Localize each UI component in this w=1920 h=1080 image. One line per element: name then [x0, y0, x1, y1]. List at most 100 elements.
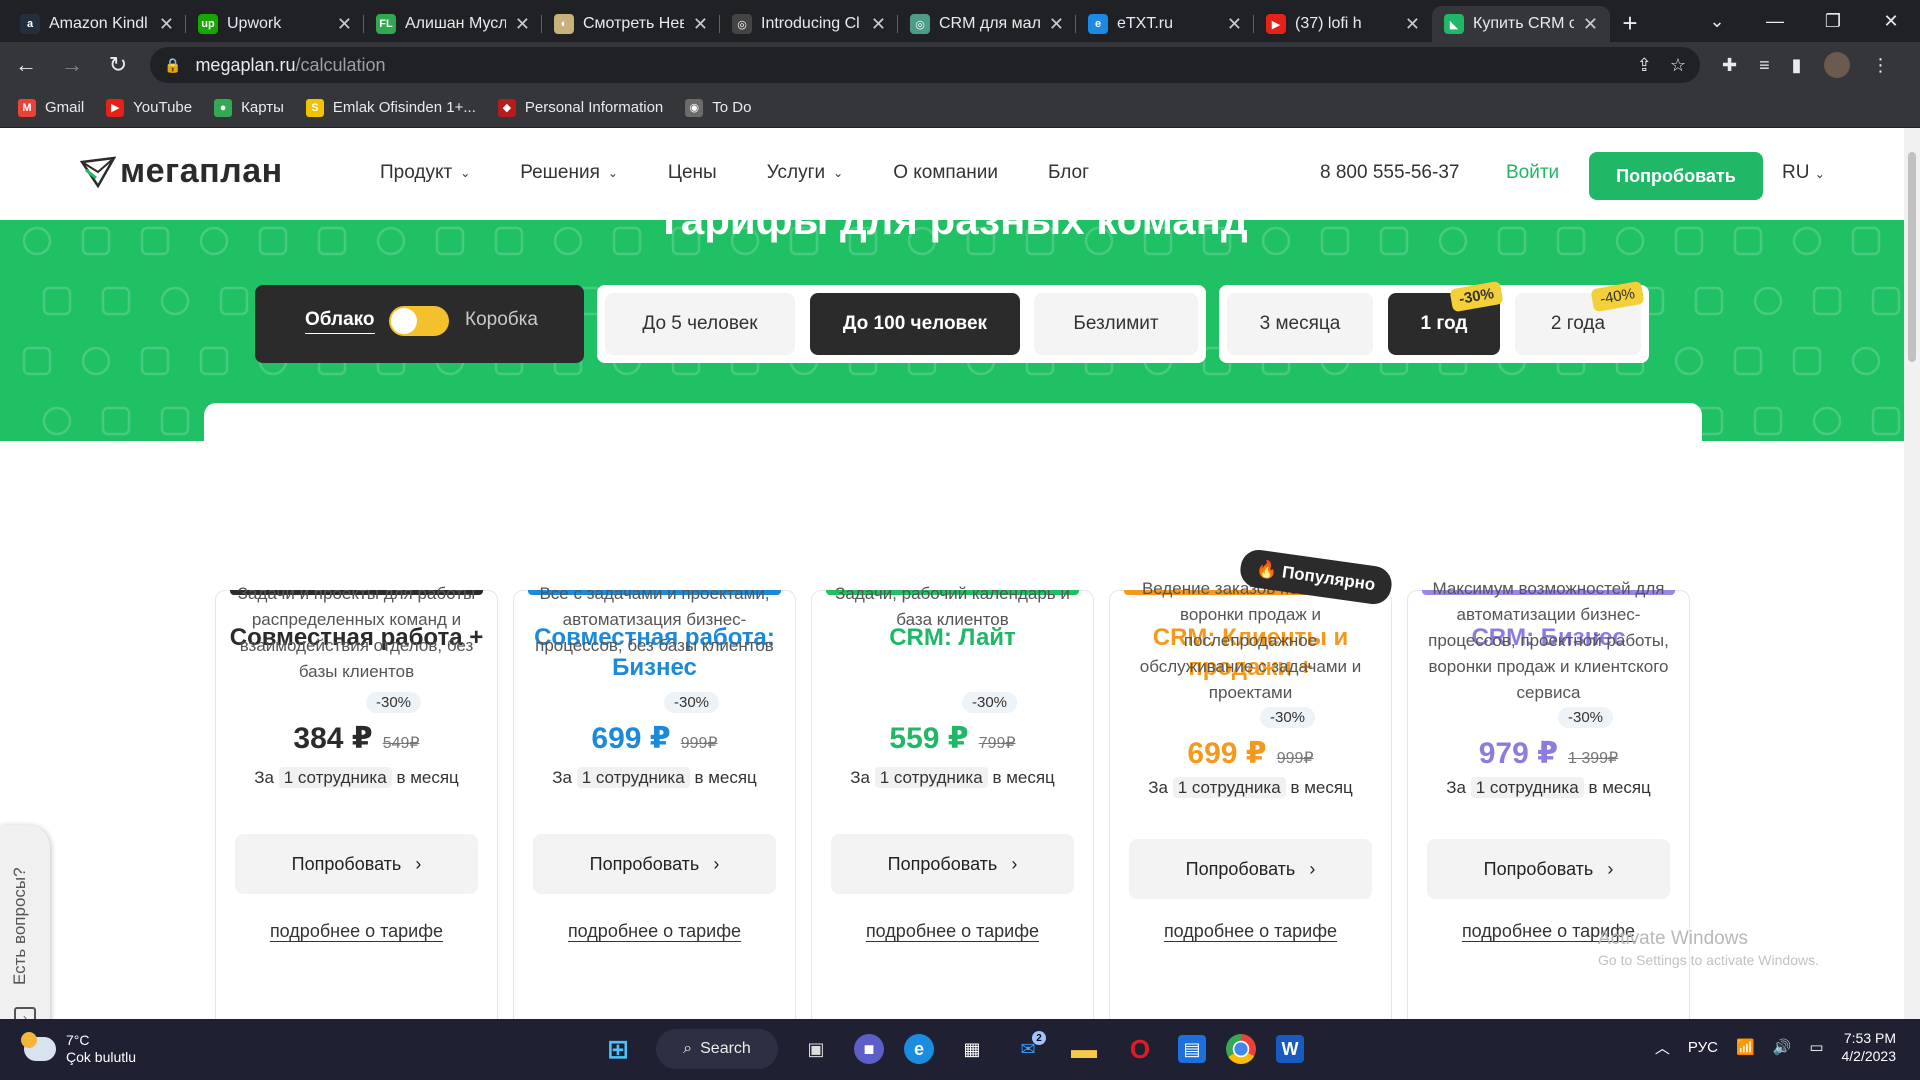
weather-widget[interactable]: 7°C Çok bulutlu: [21, 1032, 136, 1066]
plan-billing-unit: За 1 сотрудника в месяц: [216, 767, 497, 788]
address-bar[interactable]: 🔒 megaplan.ru/calculation ⇪ ☆: [150, 47, 1700, 83]
plan-details-link[interactable]: подробнее о тарифе: [216, 921, 497, 942]
bookmark-star-icon[interactable]: ☆: [1670, 55, 1686, 76]
tab-title: Смотреть Нев: [583, 15, 684, 32]
tab-close-icon[interactable]: ✕: [515, 14, 530, 35]
questions-widget[interactable]: Есть вопросы? ›: [0, 825, 50, 1019]
plan-try-button[interactable]: Попробовать ›: [235, 834, 478, 894]
side-panel-icon[interactable]: ▮: [1792, 55, 1802, 76]
deployment-switch: Облако Коробка: [255, 285, 584, 363]
nav-item[interactable]: О компании: [893, 162, 998, 184]
wifi-icon[interactable]: 📶: [1736, 1038, 1755, 1056]
tab-close-icon[interactable]: ✕: [1583, 14, 1598, 35]
nav-item[interactable]: Продукт ⌄: [380, 162, 470, 184]
plan-details-link[interactable]: подробнее о тарифе: [514, 921, 795, 942]
cloud-option[interactable]: Облако: [305, 309, 375, 334]
bookmark-item[interactable]: ▶ YouTube: [106, 98, 192, 117]
chrome-icon[interactable]: [1226, 1034, 1256, 1064]
login-link[interactable]: Войти: [1506, 162, 1559, 184]
taskbar-search[interactable]: ⌕ Search: [656, 1029, 778, 1069]
lock-icon[interactable]: 🔒: [164, 57, 181, 74]
browser-tab[interactable]: ▶ (37) lofi h ✕: [1254, 6, 1432, 42]
scrollbar-thumb[interactable]: [1908, 152, 1916, 362]
menu-kebab-icon[interactable]: ⋮: [1872, 55, 1890, 76]
tab-close-icon[interactable]: ✕: [1049, 14, 1064, 35]
tab-close-icon[interactable]: ✕: [871, 14, 886, 35]
plan-try-button[interactable]: Попробовать ›: [533, 834, 776, 894]
billing-employees: 1 сотрудника: [1172, 777, 1286, 798]
profile-avatar[interactable]: [1823, 52, 1850, 78]
plan-details-link[interactable]: подробнее о тарифе: [812, 921, 1093, 942]
minimize-button[interactable]: —: [1746, 11, 1804, 32]
nav-item[interactable]: Услуги ⌄: [767, 162, 844, 184]
nav-item[interactable]: Решения ⌄: [520, 162, 618, 184]
bookmark-item[interactable]: M Gmail: [18, 98, 84, 117]
browser-tab[interactable]: ◎ CRM для мало ✕: [898, 6, 1076, 42]
bookmark-icon: ●: [214, 98, 233, 117]
forward-button[interactable]: →: [52, 45, 92, 85]
new-tab-button[interactable]: +: [1610, 6, 1650, 42]
bookmark-item[interactable]: ◆ Personal Information: [497, 98, 663, 117]
plan-try-button[interactable]: Попробовать ›: [1129, 839, 1372, 899]
team-size-option[interactable]: До 100 человек: [810, 293, 1020, 355]
bookmark-item[interactable]: S Emlak Ofisinden 1+...: [305, 98, 476, 117]
file-explorer-icon[interactable]: ▬: [1066, 1031, 1102, 1067]
page-scrollbar[interactable]: [1904, 128, 1920, 1019]
edge-icon[interactable]: e: [904, 1034, 934, 1064]
box-option[interactable]: Коробка: [465, 309, 538, 331]
site-logo[interactable]: мегаплан: [80, 152, 283, 191]
tab-close-icon[interactable]: ✕: [159, 14, 174, 35]
period-option[interactable]: 1 год -30%: [1388, 280, 1504, 355]
period-option[interactable]: 2 года -40%: [1515, 280, 1645, 355]
reload-button[interactable]: ↻: [98, 45, 138, 85]
opera-icon[interactable]: O: [1122, 1031, 1158, 1067]
input-language[interactable]: РУС: [1688, 1039, 1718, 1056]
back-button[interactable]: ←: [6, 45, 46, 85]
browser-tab[interactable]: e eTXT.ru ✕: [1076, 6, 1254, 42]
bookmark-item[interactable]: ● Карты: [214, 98, 284, 117]
plan-try-button[interactable]: Попробовать ›: [1427, 839, 1670, 899]
mail-icon[interactable]: ✉ 2: [1010, 1031, 1046, 1067]
team-size-option[interactable]: До 5 человек: [605, 293, 795, 355]
tab-search-icon[interactable]: ⌄: [1688, 11, 1746, 32]
deployment-toggle[interactable]: [389, 306, 449, 336]
language-selector[interactable]: RU ⌄: [1782, 162, 1825, 184]
clock[interactable]: 7:53 PM 4/2/2023: [1842, 1029, 1897, 1065]
windows-start-icon[interactable]: ⊞: [600, 1031, 636, 1067]
try-button-header[interactable]: Попробовать: [1589, 152, 1763, 200]
nav-item[interactable]: Цены: [668, 162, 717, 184]
extensions-icon[interactable]: ✚: [1722, 55, 1737, 76]
nav-item[interactable]: Блог: [1048, 162, 1089, 184]
browser-tab[interactable]: up Upwork ✕: [186, 6, 364, 42]
volume-icon[interactable]: 🔊: [1773, 1038, 1792, 1056]
plan-try-button[interactable]: Попробовать ›: [831, 834, 1074, 894]
share-icon[interactable]: ⇪: [1637, 55, 1652, 76]
bookmark-item[interactable]: ◉ To Do: [685, 98, 752, 117]
battery-icon[interactable]: ▭: [1809, 1038, 1823, 1056]
browser-tab[interactable]: ◣ Купить CRM с ✕: [1432, 6, 1610, 42]
tab-close-icon[interactable]: ✕: [1227, 14, 1242, 35]
task-view-icon[interactable]: ▣: [798, 1031, 834, 1067]
tab-close-icon[interactable]: ✕: [693, 14, 708, 35]
team-size-option[interactable]: Безлимит: [1034, 293, 1198, 355]
tab-close-icon[interactable]: ✕: [337, 14, 352, 35]
teams-chat-icon[interactable]: ■: [854, 1034, 884, 1064]
plan-billing-unit: За 1 сотрудника в месяц: [1110, 777, 1391, 798]
browser-tab[interactable]: FL Алишан Мусл ✕: [364, 6, 542, 42]
store-icon[interactable]: ▦: [954, 1031, 990, 1067]
tab-title: CRM для мало: [939, 15, 1040, 32]
tab-close-icon[interactable]: ✕: [1405, 14, 1420, 35]
word-icon[interactable]: W: [1276, 1035, 1304, 1063]
period-option[interactable]: 3 месяца: [1227, 293, 1373, 355]
app-blue-icon[interactable]: ▤: [1178, 1035, 1206, 1063]
browser-tab[interactable]: ◎ Introducing Cl ✕: [720, 6, 898, 42]
restore-button[interactable]: ❐: [1804, 11, 1862, 32]
browser-tab[interactable]: ◐ Смотреть Нев ✕: [542, 6, 720, 42]
bookmark-label: To Do: [712, 99, 752, 116]
media-control-icon[interactable]: ≡: [1759, 55, 1770, 76]
tray-chevron-icon[interactable]: ︿: [1655, 1037, 1670, 1058]
close-window-button[interactable]: ✕: [1862, 11, 1920, 32]
phone-number[interactable]: 8 800 555-56-37: [1320, 162, 1459, 184]
plan-details-link[interactable]: подробнее о тарифе: [1110, 921, 1391, 942]
browser-tab[interactable]: a Amazon Kindl ✕: [8, 6, 186, 42]
